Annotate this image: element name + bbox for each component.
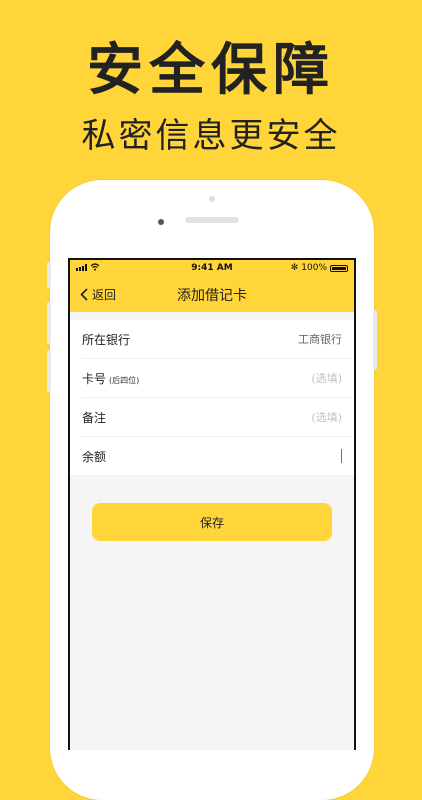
bank-value[interactable]: 工商银行 bbox=[298, 331, 342, 347]
note-label: 备注 bbox=[82, 410, 107, 425]
card-number-row[interactable]: 卡号 (后四位) (选填) bbox=[82, 359, 354, 398]
balance-label: 余额 bbox=[82, 449, 107, 464]
balance-row[interactable]: 余额 bbox=[82, 437, 354, 475]
save-button[interactable]: 保存 bbox=[92, 503, 332, 541]
promo-headline: 安全保障 bbox=[87, 38, 335, 103]
status-bar: 9:41 AM ✻ 100% bbox=[70, 260, 354, 276]
nav-bar: 返回 添加借记卡 bbox=[70, 276, 354, 312]
bank-row[interactable]: 所在银行 工商银行 bbox=[82, 320, 354, 359]
proximity-sensor bbox=[158, 219, 164, 225]
phone-mute-switch bbox=[47, 262, 51, 288]
card-number-label-group: 卡号 (后四位) bbox=[82, 370, 139, 387]
front-camera bbox=[209, 196, 215, 202]
card-number-label: 卡号 bbox=[82, 371, 107, 386]
balance-input[interactable] bbox=[341, 449, 342, 463]
bluetooth-icon: ✻ bbox=[290, 263, 299, 273]
phone-volume-up bbox=[47, 302, 51, 344]
battery-percent: 100% bbox=[301, 263, 327, 273]
bank-label: 所在银行 bbox=[82, 332, 131, 347]
note-row[interactable]: 备注 (选填) bbox=[82, 398, 354, 437]
earpiece-speaker bbox=[185, 217, 239, 223]
status-right: ✻ 100% bbox=[291, 263, 348, 273]
card-form: 所在银行 工商银行 卡号 (后四位) (选填) 备注 (选填) 余额 bbox=[70, 320, 354, 475]
page-title: 添加借记卡 bbox=[177, 288, 247, 304]
phone-power-button bbox=[373, 310, 377, 370]
note-input[interactable]: (选填) bbox=[311, 409, 342, 425]
text-cursor bbox=[341, 449, 342, 463]
phone-volume-down bbox=[47, 350, 51, 392]
card-number-hint: (后四位) bbox=[109, 375, 140, 385]
promo-subline: 私密信息更安全 bbox=[81, 116, 341, 156]
phone-screen: 9:41 AM ✻ 100% 返回 添加借记卡 所在银行 工商银行 卡号 (后四位… bbox=[68, 258, 356, 750]
card-number-input[interactable]: (选填) bbox=[311, 370, 342, 386]
battery-icon bbox=[330, 264, 348, 272]
